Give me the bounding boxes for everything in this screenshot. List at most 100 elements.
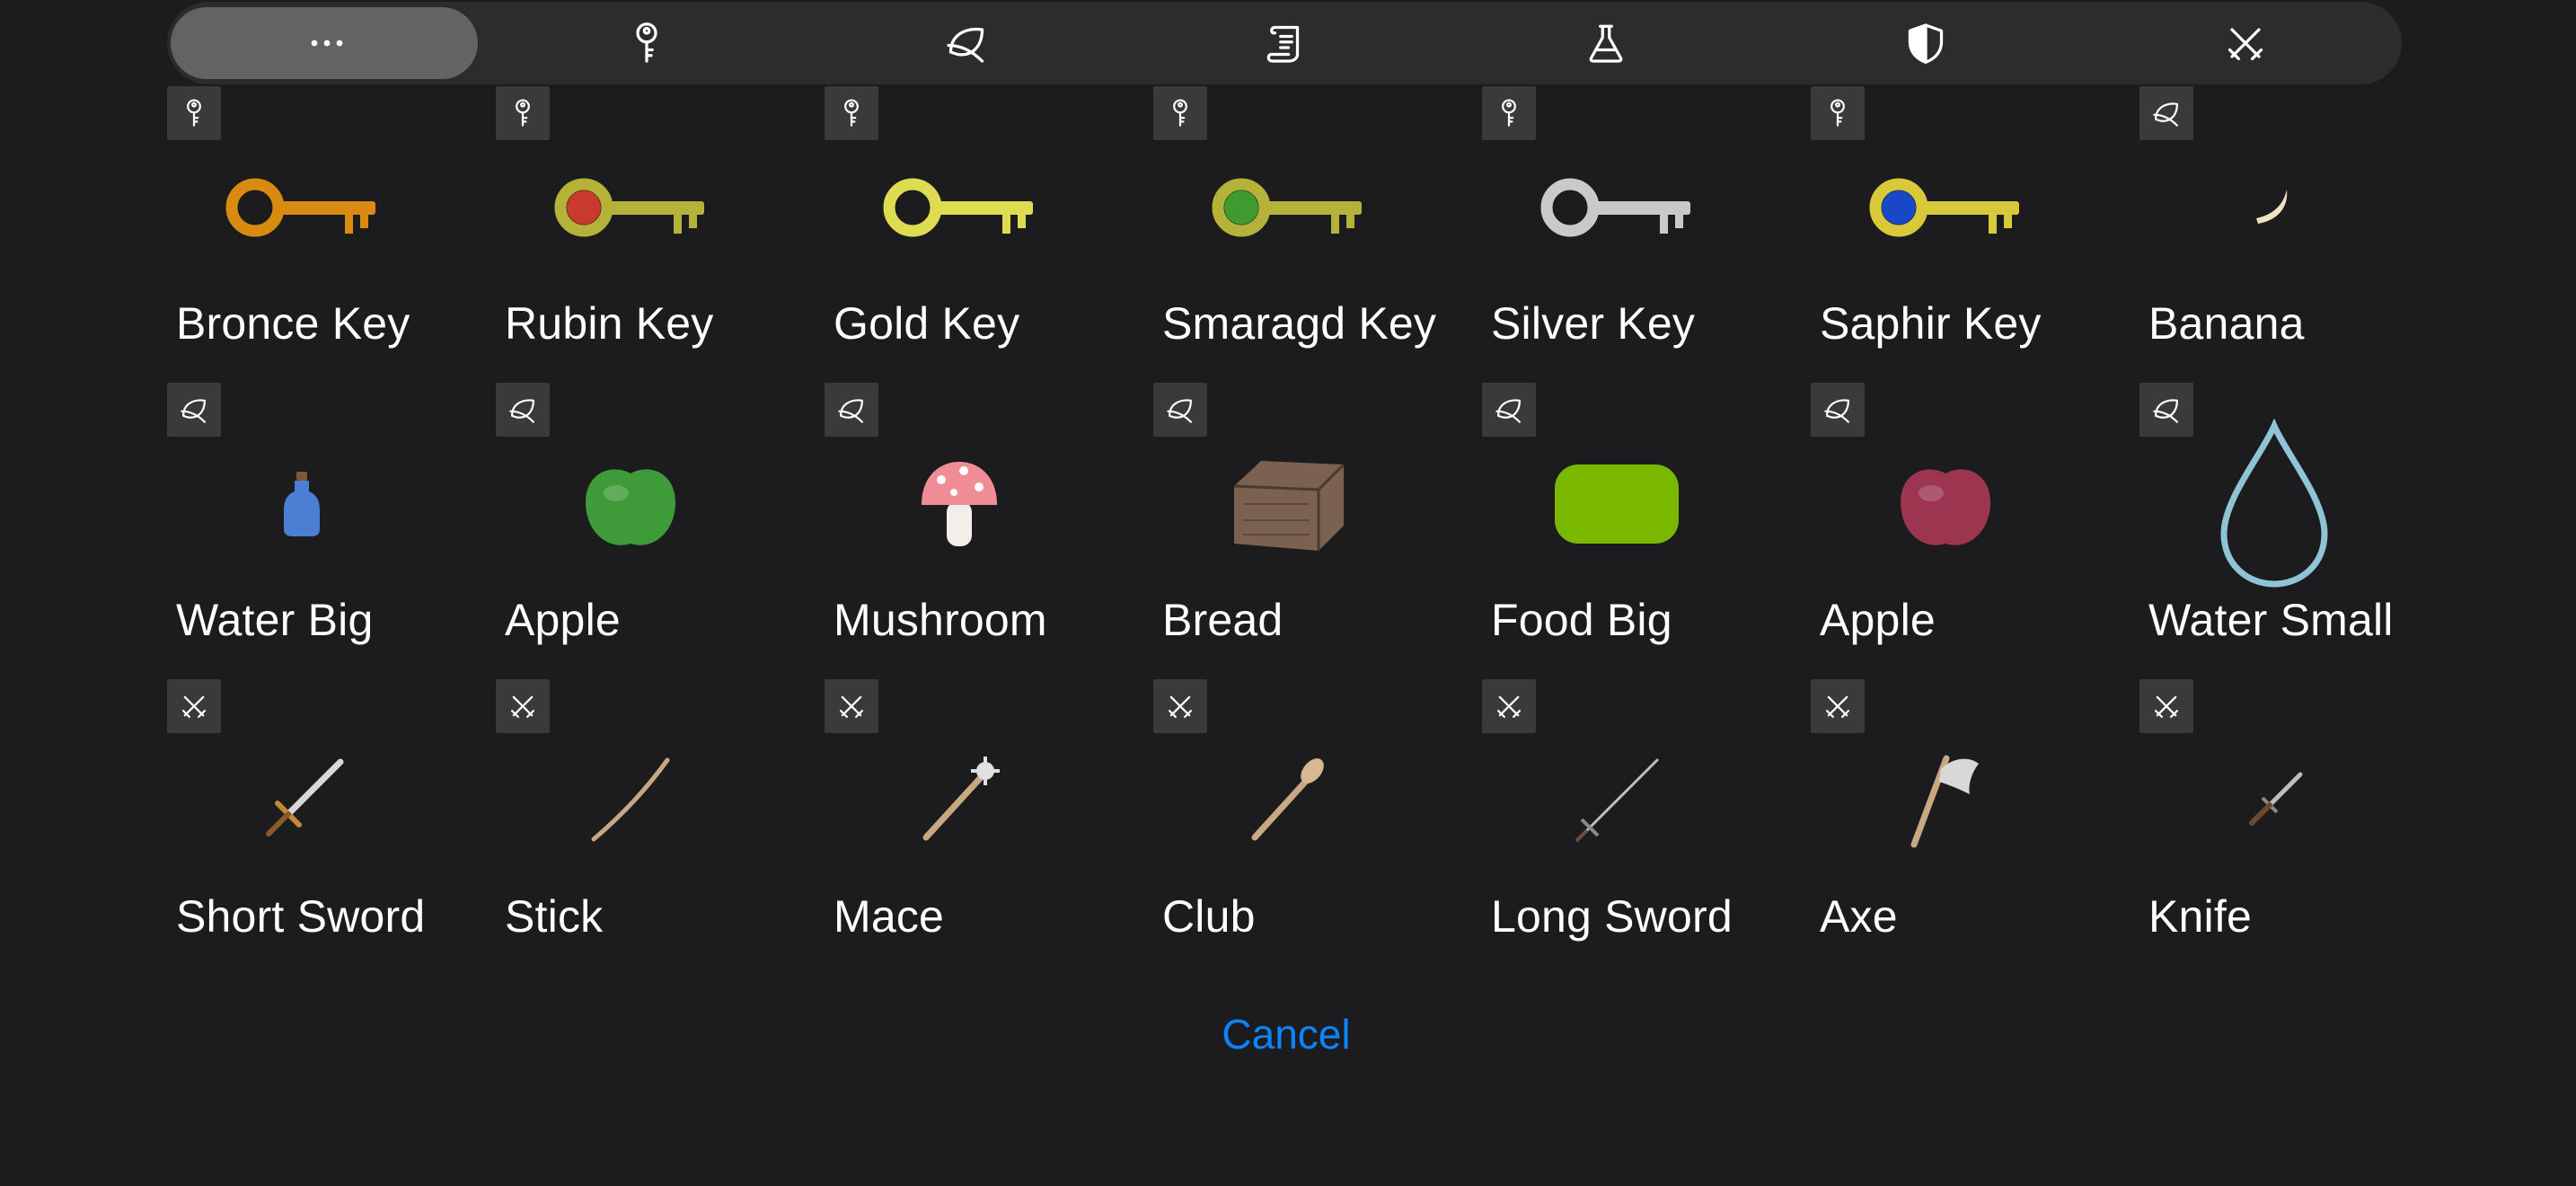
key-icon [507,98,538,128]
tab-scroll[interactable] [1126,2,1446,84]
tab-key[interactable] [487,2,807,84]
crossed-swords-icon [836,691,867,721]
item-tile[interactable]: Water Big [167,383,496,679]
category-badge [496,679,550,733]
item-tile[interactable]: Saphir Key [1811,86,2139,383]
item-tile[interactable]: Club [1153,679,1482,976]
item-label: Long Sword [1491,891,1733,942]
key-icon [1165,98,1195,128]
crossed-swords-icon [1165,691,1195,721]
tab-crossed-swords[interactable] [2086,2,2405,84]
item-tile[interactable]: Apple [1811,383,2139,679]
item-thumbnail [2139,419,2409,588]
category-badge [1482,679,1536,733]
item-tile[interactable]: Silver Key [1482,86,1811,383]
category-badge [2139,383,2193,437]
crossed-swords-icon [1494,691,1524,721]
category-badge [167,383,221,437]
item-tile[interactable]: Water Small [2139,383,2468,679]
item-label: Apple [505,595,621,645]
item-tile[interactable]: Axe [1811,679,2139,976]
leaf-icon [836,394,867,425]
item-thumbnail [167,140,437,275]
category-badge [167,86,221,140]
category-badge [1482,383,1536,437]
item-thumbnail [496,140,765,275]
item-tile[interactable]: Food Big [1482,383,1811,679]
item-thumbnail [1482,733,1751,868]
tab-more[interactable] [167,2,487,84]
category-badge [2139,86,2193,140]
category-badge [825,679,878,733]
item-tile[interactable]: Bread [1153,383,1482,679]
item-tile[interactable]: Gold Key [825,86,1153,383]
category-badge [1811,383,1865,437]
item-label: Smaragd Key [1162,298,1437,349]
item-thumbnail [1482,437,1751,571]
item-tile[interactable]: Banana [2139,86,2468,383]
category-badge [496,86,550,140]
item-tile[interactable]: Long Sword [1482,679,1811,976]
key-icon [1494,98,1524,128]
item-label: Mace [834,891,945,942]
category-badge [167,679,221,733]
item-label: Mushroom [834,595,1047,645]
tab-flask[interactable] [1446,2,1766,84]
crossed-swords-icon [2223,21,2268,66]
leaf-icon [1822,394,1853,425]
leaf-icon [2151,98,2182,128]
item-tile[interactable]: Smaragd Key [1153,86,1482,383]
item-thumbnail [496,437,765,571]
item-thumbnail [825,140,1094,275]
item-label: Saphir Key [1820,298,2042,349]
item-label: Stick [505,891,604,942]
item-label: Water Big [176,595,374,645]
flask-icon [1584,21,1628,66]
tab-leaf[interactable] [807,2,1126,84]
item-label: Banana [2148,298,2305,349]
item-thumbnail [1811,140,2080,275]
item-thumbnail [1811,437,2080,571]
key-icon [836,98,867,128]
item-thumbnail [1811,733,2080,868]
scroll-icon [1264,21,1309,66]
leaf-icon [944,21,989,66]
tab-shield[interactable] [1766,2,2086,84]
category-badge [1811,86,1865,140]
category-badge [825,86,878,140]
item-tile[interactable]: Short Sword [167,679,496,976]
cancel-button[interactable]: Cancel [1134,1010,1439,1058]
item-tile[interactable]: Mace [825,679,1153,976]
key-icon [179,98,209,128]
leaf-icon [507,394,538,425]
item-label: Apple [1820,595,1936,645]
item-label: Axe [1820,891,1898,942]
item-label: Knife [2148,891,2252,942]
item-thumbnail [2139,140,2409,275]
crossed-swords-icon [2151,691,2182,721]
category-badge [496,383,550,437]
item-tile[interactable]: Knife [2139,679,2468,976]
key-icon [624,21,669,66]
leaf-icon [2151,394,2182,425]
category-badge [825,383,878,437]
item-tile[interactable]: Apple [496,383,825,679]
crossed-swords-icon [179,691,209,721]
category-tab-bar [167,2,2402,84]
item-label: Bronce Key [176,298,410,349]
item-tile[interactable]: Stick [496,679,825,976]
item-thumbnail [1153,140,1423,275]
category-badge [1153,86,1207,140]
item-label: Gold Key [834,298,1020,349]
item-tile[interactable]: Bronce Key [167,86,496,383]
category-badge [1482,86,1536,140]
item-thumbnail [2139,733,2409,868]
item-thumbnail [825,437,1094,571]
key-icon [1822,98,1853,128]
item-thumbnail [1153,437,1423,571]
item-tile[interactable]: Rubin Key [496,86,825,383]
item-thumbnail [167,437,437,571]
category-badge [1153,679,1207,733]
shield-icon [1903,21,1948,66]
item-tile[interactable]: Mushroom [825,383,1153,679]
